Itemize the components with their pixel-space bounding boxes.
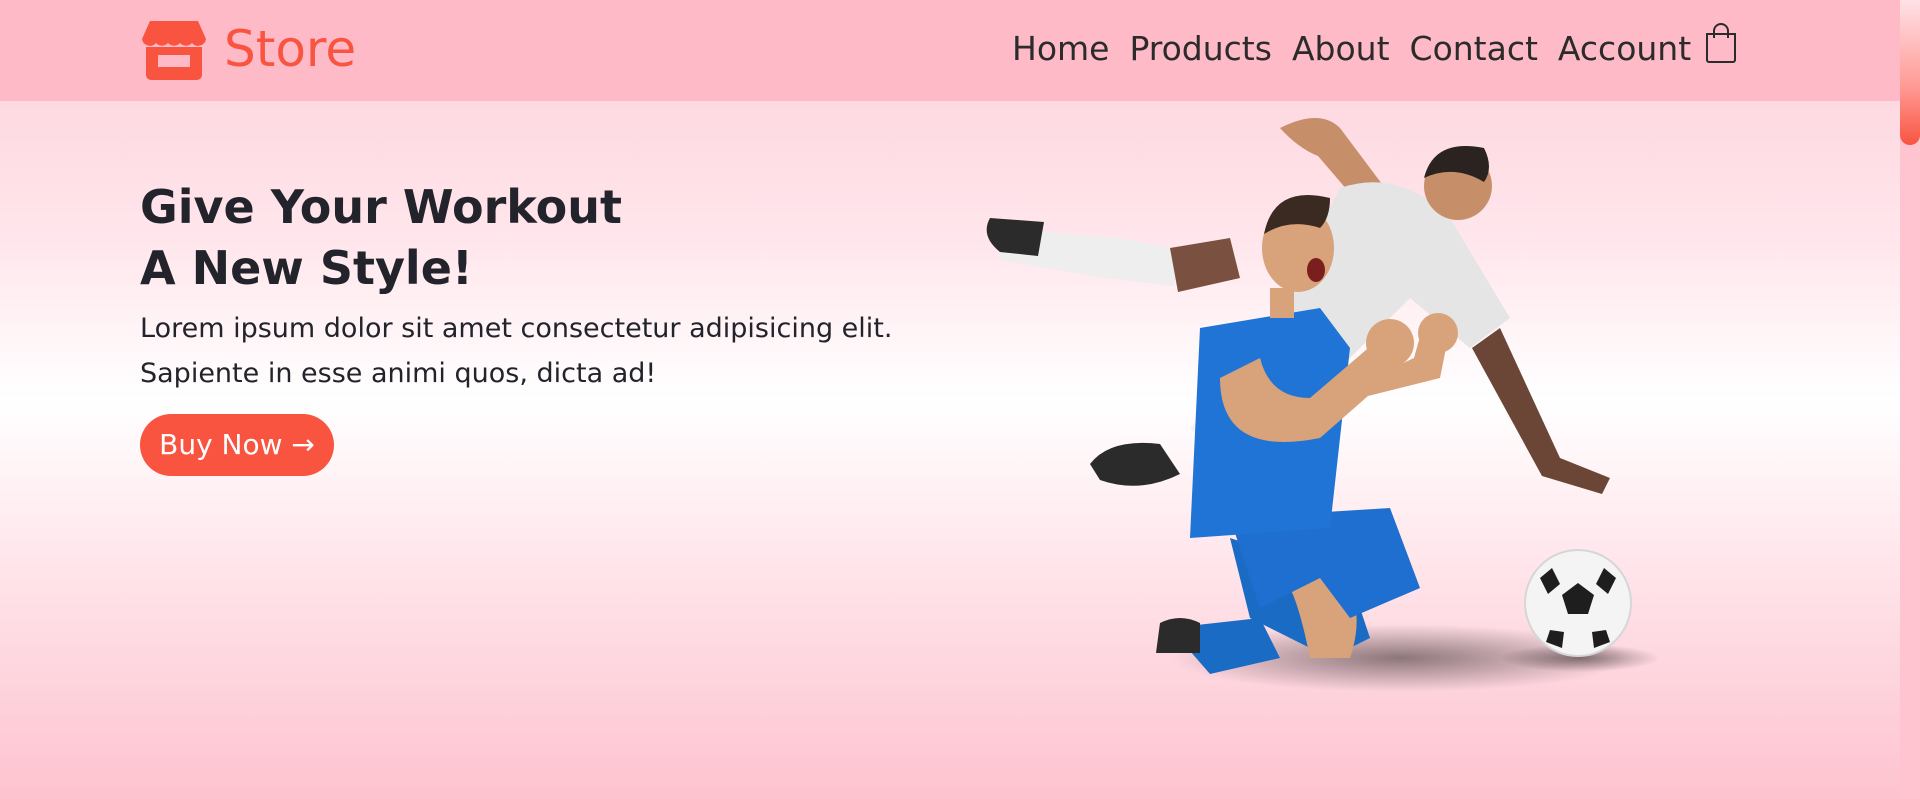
hero-title: Give Your Workout A New Style! xyxy=(140,177,900,299)
navbar: Store Home Products About Contact Accoun… xyxy=(0,0,1900,101)
buy-now-button[interactable]: Buy Now → xyxy=(140,414,334,476)
hero-description-line-2: Sapiente in esse animi quos, dicta ad! xyxy=(140,358,657,389)
hero-description: Lorem ipsum dolor sit amet consectetur a… xyxy=(140,306,1000,396)
soccer-ball-icon xyxy=(1524,549,1632,657)
soccer-players-illustration xyxy=(986,118,1660,692)
nav-about[interactable]: About xyxy=(1292,24,1390,74)
shopping-bag-icon[interactable] xyxy=(1704,22,1738,64)
brand-logo[interactable]: Store xyxy=(140,17,356,81)
nav-products[interactable]: Products xyxy=(1129,24,1272,74)
hero-title-line-2: A New Style! xyxy=(140,241,473,295)
brand-name: Store xyxy=(224,20,357,78)
storefront-icon xyxy=(142,21,206,80)
nav-home[interactable]: Home xyxy=(1012,24,1109,74)
hero-title-line-1: Give Your Workout xyxy=(140,180,622,234)
main-nav: Home Products About Contact Account xyxy=(1012,24,1691,74)
nav-contact[interactable]: Contact xyxy=(1410,24,1538,74)
nav-account[interactable]: Account xyxy=(1558,24,1691,74)
scrollbar-thumb[interactable] xyxy=(1900,0,1920,145)
hero-description-line-1: Lorem ipsum dolor sit amet consectetur a… xyxy=(140,313,893,344)
